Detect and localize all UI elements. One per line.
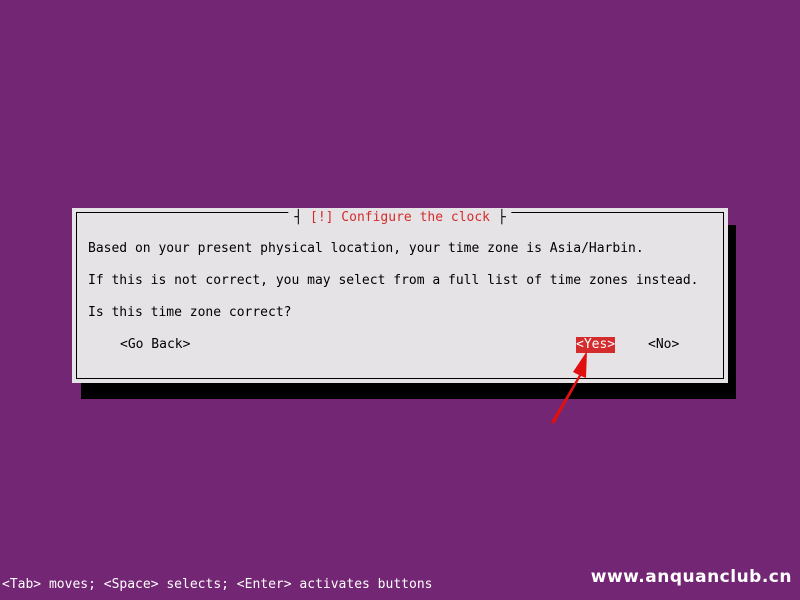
dialog-frame — [76, 212, 724, 379]
watermark: www.anquanclub.cn — [590, 567, 792, 587]
correction-message: If this is not correct, you may select f… — [88, 273, 699, 288]
title-left-bar: ┤ — [294, 210, 303, 225]
help-footer: <Tab> moves; <Space> selects; <Enter> ac… — [2, 577, 433, 592]
title-right-bar: ├ — [497, 210, 506, 225]
location-message: Based on your present physical location,… — [88, 241, 644, 256]
red-arrow-annotation — [551, 351, 587, 424]
go-back-button[interactable]: <Go Back> — [120, 337, 190, 353]
arrow-shape — [551, 351, 587, 424]
dialog-title: ┤ [!] Configure the clock ├ — [288, 210, 512, 225]
confirm-question: Is this time zone correct? — [88, 305, 292, 320]
no-button[interactable]: <No> — [648, 337, 679, 353]
dialog-title-text: [!] Configure the clock — [309, 210, 491, 225]
configure-clock-dialog: ┤ [!] Configure the clock ├ Based on you… — [72, 208, 728, 383]
